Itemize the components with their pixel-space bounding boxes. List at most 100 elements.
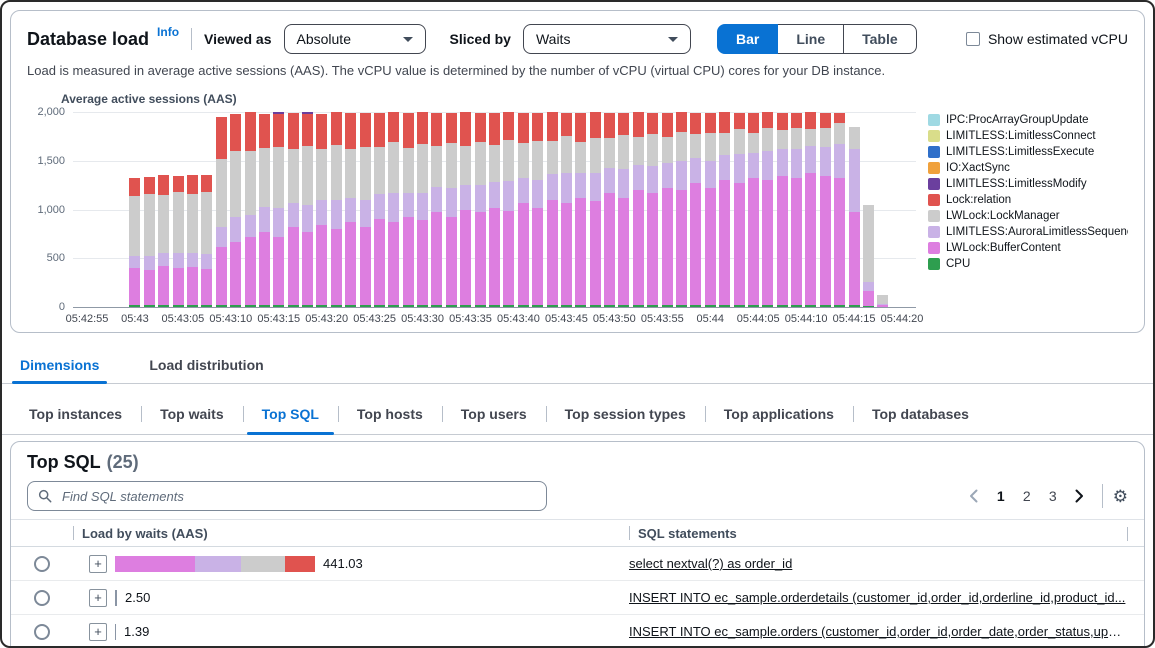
stacked-bar xyxy=(561,113,572,307)
database-load-card: Database load Info Viewed as Absolute Sl… xyxy=(10,10,1145,333)
chart-legend: IPC:ProcArrayGroupUpdateLIMITLESS:Limitl… xyxy=(916,112,1128,326)
stacked-bar xyxy=(777,113,788,307)
x-tick-label: 05:44:20 xyxy=(881,313,924,325)
chevron-left-icon xyxy=(969,489,978,503)
stacked-bar xyxy=(705,113,716,307)
next-page-button[interactable] xyxy=(1068,483,1092,509)
top-sql-card: Top SQL (25) 123 xyxy=(10,441,1145,648)
x-tick-label: 05:42:55 xyxy=(66,313,109,325)
tab-top-applications[interactable]: Top applications xyxy=(705,394,853,434)
view-mode-line-button[interactable]: Line xyxy=(777,24,844,54)
header-divider xyxy=(191,28,192,50)
legend-item: LIMITLESS:LimitlessConnect xyxy=(928,128,1128,144)
show-vcpu-checkbox[interactable]: Show estimated vCPU xyxy=(966,31,1128,47)
legend-swatch xyxy=(928,242,940,254)
legend-label: LWLock:LockManager xyxy=(946,210,1060,222)
view-mode-bar-button[interactable]: Bar xyxy=(717,24,778,54)
legend-swatch xyxy=(928,178,940,190)
view-mode-toggle: BarLineTable xyxy=(717,24,917,54)
x-tick-label: 05:43:35 xyxy=(449,313,492,325)
legend-swatch xyxy=(928,258,940,270)
stacked-bar xyxy=(475,113,486,307)
stacked-bar xyxy=(662,113,673,307)
stacked-bar xyxy=(460,112,471,307)
expand-row-button[interactable]: + xyxy=(89,555,107,573)
sql-search-input[interactable] xyxy=(60,488,536,505)
tab-dimensions[interactable]: Dimensions xyxy=(12,347,107,383)
legend-swatch xyxy=(928,194,940,206)
checkbox-icon[interactable] xyxy=(966,32,980,46)
x-tick-label: 05:43:50 xyxy=(593,313,636,325)
page-3-button[interactable]: 3 xyxy=(1040,483,1066,509)
y-tick-label: 2,000 xyxy=(37,106,65,118)
tab-load-distribution[interactable]: Load distribution xyxy=(141,347,271,383)
legend-item: CPU xyxy=(928,256,1128,272)
tab-top-databases[interactable]: Top databases xyxy=(853,394,988,434)
tab-top-users[interactable]: Top users xyxy=(442,394,546,434)
top-sql-table: Load by waits (AAS) SQL statements +441.… xyxy=(11,519,1144,648)
sql-search-box[interactable] xyxy=(27,481,547,511)
load-column-header: Load by waits (AAS) xyxy=(73,526,629,541)
expand-row-button[interactable]: + xyxy=(89,589,107,607)
stacked-bar xyxy=(791,113,802,307)
sql-statement-link[interactable]: INSERT INTO ec_sample.orders (customer_i… xyxy=(629,624,1144,639)
legend-swatch xyxy=(928,130,940,142)
stacked-bar xyxy=(360,113,371,307)
page-title: Database load xyxy=(27,29,149,50)
table-row: +2.50 INSERT INTO ec_sample.orderdetails … xyxy=(11,581,1144,615)
x-tick-label: 05:44:10 xyxy=(785,313,828,325)
stacked-bar xyxy=(331,112,342,307)
stacked-bar xyxy=(245,112,256,307)
row-radio-button[interactable] xyxy=(34,590,50,606)
expand-row-button[interactable]: + xyxy=(89,623,107,641)
stacked-bar xyxy=(734,113,745,307)
tab-top-session-types[interactable]: Top session types xyxy=(546,394,705,434)
x-tick-label: 05:43:25 xyxy=(353,313,396,325)
load-value: 2.50 xyxy=(125,590,150,605)
stacked-bar xyxy=(518,113,529,307)
page-numbers: 123 xyxy=(988,483,1066,509)
legend-label: LIMITLESS:LimitlessExecute xyxy=(946,146,1094,158)
view-mode-table-button[interactable]: Table xyxy=(843,24,917,54)
legend-item: Lock:relation xyxy=(928,192,1128,208)
sql-statement-link[interactable]: select nextval(?) as order_id xyxy=(629,556,1144,571)
stacked-bar xyxy=(302,112,313,307)
chart-y-axis: 05001,0001,5002,000 xyxy=(27,112,73,308)
tab-top-waits[interactable]: Top waits xyxy=(141,394,243,434)
sql-statement-link[interactable]: INSERT INTO ec_sample.orderdetails (cust… xyxy=(629,590,1144,605)
stacked-bar xyxy=(446,113,457,307)
load-cell: +1.39 xyxy=(73,623,629,641)
page-2-button[interactable]: 2 xyxy=(1014,483,1040,509)
legend-swatch xyxy=(928,210,940,222)
load-bar xyxy=(115,590,117,606)
legend-item: LIMITLESS:AuroraLimitlessSequenceRe xyxy=(928,224,1128,240)
stacked-bar xyxy=(187,175,198,307)
stacked-bar xyxy=(590,112,601,307)
tab-top-sql[interactable]: Top SQL xyxy=(243,394,338,434)
stacked-bar xyxy=(417,112,428,307)
settings-icon[interactable]: ⚙ xyxy=(1113,488,1128,505)
previous-page-button[interactable] xyxy=(962,483,986,509)
stacked-bar xyxy=(129,178,140,307)
info-link[interactable]: Info xyxy=(157,25,179,39)
tab-top-hosts[interactable]: Top hosts xyxy=(338,394,442,434)
load-cell: +441.03 xyxy=(73,555,629,573)
show-vcpu-label: Show estimated vCPU xyxy=(988,31,1128,47)
stacked-bar xyxy=(316,114,327,307)
tab-top-instances[interactable]: Top instances xyxy=(10,394,141,434)
sliced-by-select[interactable]: Waits xyxy=(523,24,691,54)
x-tick-label: 05:43:20 xyxy=(305,313,348,325)
load-value: 441.03 xyxy=(323,556,363,571)
sliced-by-label: Sliced by xyxy=(450,31,511,47)
row-radio-button[interactable] xyxy=(34,624,50,640)
x-tick-label: 05:43:45 xyxy=(545,313,588,325)
load-bar xyxy=(115,556,315,572)
legend-item: LIMITLESS:LimitlessModify xyxy=(928,176,1128,192)
sliced-by-value: Waits xyxy=(536,31,570,47)
viewed-as-select[interactable]: Absolute xyxy=(284,24,426,54)
stacked-bar xyxy=(834,113,845,307)
page-1-button[interactable]: 1 xyxy=(988,483,1014,509)
row-radio-button[interactable] xyxy=(34,556,50,572)
stacked-bar xyxy=(633,112,644,307)
stacked-bar xyxy=(676,112,687,307)
